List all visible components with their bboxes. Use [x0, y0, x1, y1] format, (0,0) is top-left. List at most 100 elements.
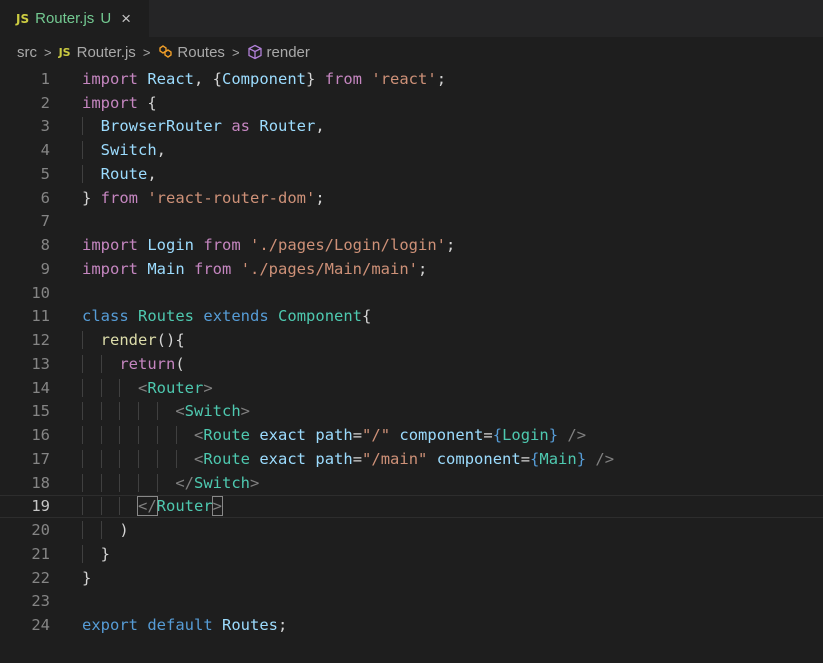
indent-guide [119, 426, 121, 445]
code-token: ) [119, 521, 129, 540]
line-number: 24 [31, 616, 50, 635]
code-line[interactable]: 12 render(){ [0, 328, 823, 352]
code-token: </ [137, 496, 158, 517]
tab-router-js[interactable]: JS Router.js U × [0, 0, 149, 37]
indent-guide [82, 473, 83, 492]
code-editor[interactable]: 1 import React, {Component} from 'react';… [0, 67, 823, 637]
code-token: , { [194, 69, 223, 88]
indent-guide [82, 117, 83, 136]
line-number: 13 [31, 354, 50, 373]
indent-guide [119, 449, 121, 468]
chevron-right-icon: > [44, 44, 52, 60]
code-token: , [315, 117, 325, 136]
code-line[interactable]: 8 import Login from './pages/Login/login'… [0, 233, 823, 257]
indentation [82, 379, 138, 397]
code-line[interactable]: 1 import React, {Component} from 'react'; [0, 67, 823, 91]
code-line[interactable]: 2 import { [0, 91, 823, 115]
code-token: './pages/Login/login' [250, 236, 446, 255]
indent-guide [100, 449, 102, 468]
tab-bar: JS Router.js U × [0, 0, 823, 37]
line-number: 6 [40, 188, 50, 207]
code-token: ; [315, 188, 325, 207]
code-line[interactable]: 4 Switch, [0, 138, 823, 162]
code-line[interactable]: 3 BrowserRouter as Router, [0, 115, 823, 139]
code-line[interactable]: 9 import Main from './pages/Main/main'; [0, 257, 823, 281]
code-token: "/" [362, 426, 391, 445]
code-token: 'react-router-dom' [147, 188, 316, 207]
code-line[interactable]: 18 </Switch> [0, 471, 823, 495]
code-token: < [193, 426, 204, 445]
code-token: Main [539, 449, 577, 468]
line-number: 15 [31, 402, 50, 421]
indent-guide [175, 449, 177, 468]
code-line[interactable]: 11 class Routes extends Component{ [0, 305, 823, 329]
code-line[interactable]: 15 <Switch> [0, 400, 823, 424]
code-line[interactable]: 19 </Router> [0, 494, 823, 519]
line-number: 21 [31, 544, 50, 563]
breadcrumb-class[interactable]: Routes [177, 44, 225, 61]
indent-guide [138, 426, 140, 445]
code-text: BrowserRouter as Router, [82, 117, 823, 136]
code-line[interactable]: 14 <Router> [0, 376, 823, 400]
code-line[interactable]: 16 <Route exact path="/" component={Logi… [0, 423, 823, 447]
code-token: > [203, 378, 213, 397]
code-token: { [530, 449, 540, 468]
code-line[interactable]: 10 [0, 281, 823, 305]
breadcrumb-folder[interactable]: src [17, 44, 37, 61]
close-icon[interactable]: × [121, 10, 131, 27]
code-token: from [324, 69, 363, 88]
code-line[interactable]: 24 export default Routes; [0, 613, 823, 637]
indent-guide [175, 426, 177, 445]
breadcrumb: src > JS Router.js > Routes > render [0, 37, 823, 67]
line-number: 1 [40, 69, 50, 88]
code-text: class Routes extends Component{ [82, 307, 823, 325]
code-token: /> [595, 449, 615, 468]
code-token: ; [436, 69, 447, 88]
code-text: } from 'react-router-dom'; [82, 189, 823, 207]
code-text: export default Routes; [82, 616, 823, 634]
code-line[interactable]: 20 ) [0, 518, 823, 542]
code-line[interactable]: 7 [0, 210, 823, 234]
code-line[interactable]: 22} [0, 566, 823, 590]
code-token: extends [203, 307, 269, 326]
code-token: (){ [156, 331, 185, 350]
code-line[interactable]: 21 } [0, 542, 823, 566]
code-token: > [250, 473, 260, 492]
line-number: 23 [31, 592, 50, 611]
code-token: Login [502, 426, 549, 445]
code-line[interactable]: 17 <Route exact path="/main" component={… [0, 447, 823, 471]
code-text: <Switch> [82, 402, 823, 421]
line-number: 2 [40, 93, 50, 112]
class-symbol-icon [157, 44, 173, 60]
indent-guide [156, 473, 158, 492]
breadcrumb-file[interactable]: Router.js [77, 44, 136, 61]
code-line[interactable]: 6 } from 'react-router-dom'; [0, 186, 823, 210]
code-token: Switch [194, 473, 250, 492]
indent-guide [100, 378, 102, 397]
code-token: as [231, 117, 251, 136]
indent-guide [82, 426, 83, 445]
code-token: import [82, 259, 138, 278]
code-line[interactable]: 5 Route, [0, 162, 823, 186]
code-line[interactable]: 13 return( [0, 352, 823, 376]
breadcrumb-method[interactable]: render [267, 44, 310, 61]
indent-guide [100, 521, 102, 540]
code-line[interactable]: 23 [0, 590, 823, 614]
code-token: } [82, 568, 92, 587]
code-token: ; [446, 236, 456, 255]
code-token: < [193, 449, 204, 468]
code-text: } [82, 569, 823, 587]
line-number: 9 [40, 259, 50, 278]
untracked-status-badge: U [100, 10, 112, 27]
indent-guide [119, 402, 121, 421]
